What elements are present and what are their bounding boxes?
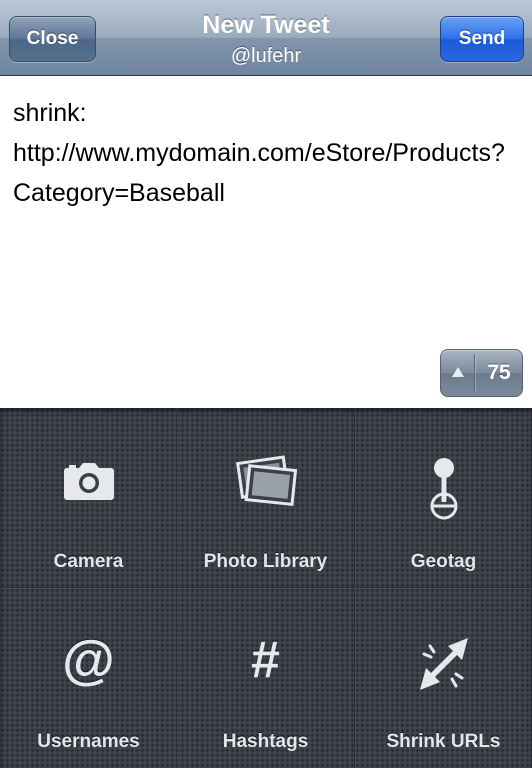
usernames-button[interactable]: @ Usernames	[0, 588, 177, 767]
navigation-bar: Close New Tweet @lufehr Send	[0, 0, 532, 76]
shrink-urls-label: Shrink URLs	[386, 731, 501, 752]
new-tweet-screen: Close New Tweet @lufehr Send shrink: htt…	[0, 0, 532, 768]
hashtags-button[interactable]: # Hashtags	[177, 588, 354, 767]
hash-icon: #	[251, 631, 280, 689]
counter-divider	[474, 354, 475, 392]
hashtags-label: Hashtags	[222, 731, 309, 752]
character-counter-button[interactable]: 75	[440, 349, 523, 397]
tweet-text-field[interactable]: shrink: http://www.mydomain.com/eStore/P…	[13, 93, 518, 213]
camera-button[interactable]: Camera	[0, 408, 177, 587]
geotag-label: Geotag	[410, 551, 477, 572]
at-sign-icon: @	[62, 630, 115, 690]
shrink-urls-button[interactable]: Shrink URLs	[355, 588, 532, 767]
page-title: New Tweet	[202, 11, 330, 39]
expand-arrow-icon	[452, 367, 464, 377]
characters-remaining: 75	[487, 361, 511, 384]
camera-label: Camera	[53, 551, 124, 572]
shrink-arrows-icon	[355, 632, 532, 696]
photo-library-label: Photo Library	[203, 551, 328, 572]
close-button[interactable]: Close	[9, 16, 96, 62]
camera-icon	[0, 458, 177, 522]
send-button[interactable]: Send	[440, 16, 524, 62]
usernames-label: Usernames	[37, 731, 140, 752]
geotag-button[interactable]: Geotag	[355, 408, 532, 587]
geotag-pin-icon	[355, 456, 532, 520]
account-username: @lufehr	[230, 45, 302, 67]
photo-library-icon	[177, 452, 354, 516]
photo-library-button[interactable]: Photo Library	[177, 408, 354, 587]
compose-actions-grid: Camera Photo Library Geotag @ Usernames …	[0, 408, 532, 768]
